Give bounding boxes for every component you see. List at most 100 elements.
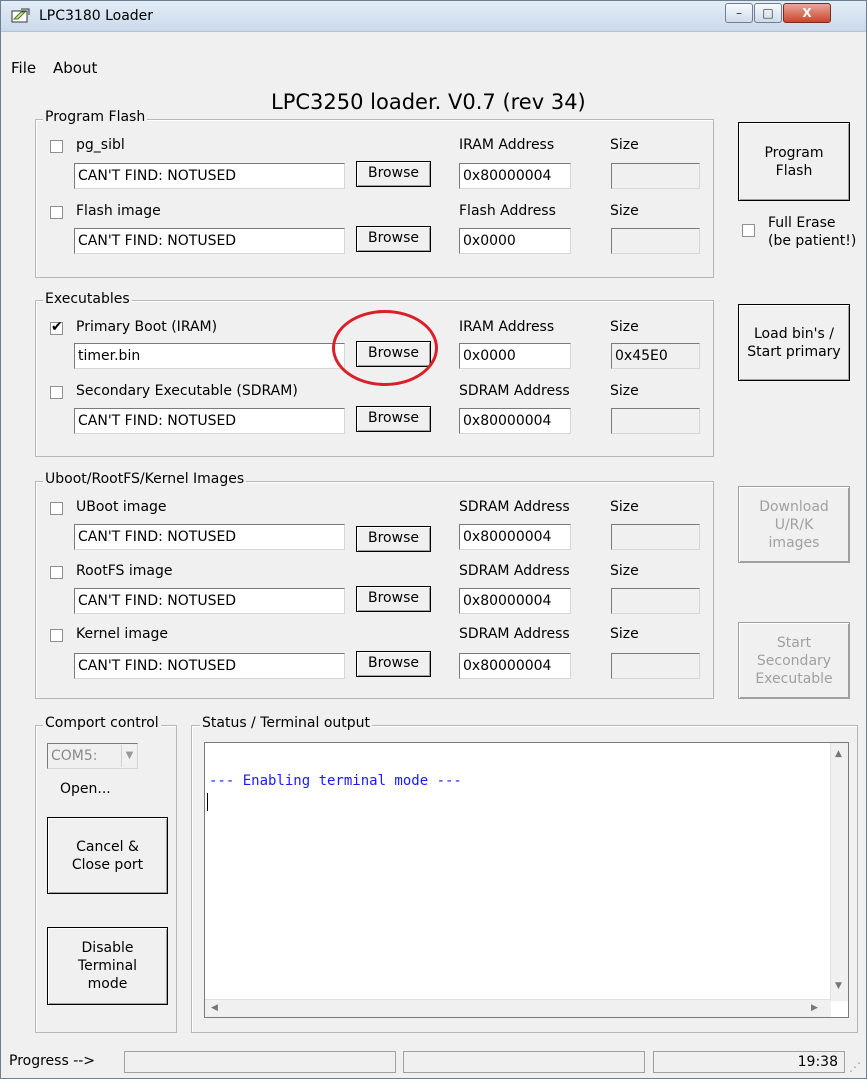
- terminal-group-label: Status / Terminal output: [200, 715, 373, 731]
- pg-sibl-path-field[interactable]: CAN'T FIND: NOTUSED: [74, 163, 345, 189]
- comport-label: Comport control: [43, 715, 161, 731]
- title-bar[interactable]: LPC3180 Loader – □ X: [1, 1, 866, 32]
- full-erase-checkbox[interactable]: [742, 224, 755, 237]
- download-urk-button[interactable]: Download U/R/K images: [738, 486, 850, 563]
- uboot-image-label: UBoot image: [76, 499, 167, 515]
- flash-image-path-field[interactable]: CAN'T FIND: NOTUSED: [74, 228, 345, 254]
- maximize-icon: □: [762, 6, 774, 20]
- program-flash-button-line2: Flash: [775, 162, 813, 179]
- com-state-text: Open...: [60, 781, 111, 797]
- kernel-address-field[interactable]: 0x80000004: [459, 653, 571, 679]
- status-panel: [403, 1051, 645, 1073]
- cancel-button-line2: Close port: [71, 856, 144, 873]
- kernel-image-label: Kernel image: [76, 626, 169, 642]
- maximize-button[interactable]: □: [754, 3, 782, 23]
- pg-sibl-browse-button[interactable]: Browse: [356, 161, 431, 187]
- start-secondary-line1: Start: [776, 634, 812, 651]
- uboot-path-field[interactable]: CAN'T FIND: NOTUSED: [74, 524, 345, 550]
- rootfs-path-field[interactable]: CAN'T FIND: NOTUSED: [74, 588, 345, 614]
- secondary-executable-browse-button[interactable]: Browse: [356, 406, 431, 432]
- window-title: LPC3180 Loader: [39, 8, 154, 24]
- flash-image-label: Flash image: [76, 203, 161, 219]
- primary-boot-path-field[interactable]: timer.bin: [74, 343, 345, 369]
- com-port-value: COM5:: [51, 748, 98, 764]
- kernel-size-field: [611, 653, 700, 679]
- kernel-image-checkbox[interactable]: [50, 629, 63, 642]
- sdram-address-label: SDRAM Address: [459, 626, 570, 642]
- vertical-scrollbar[interactable]: ▲ ▼: [830, 743, 848, 1001]
- start-secondary-line2: Secondary: [756, 652, 832, 669]
- menu-bar: File About: [1, 57, 866, 81]
- disable-button-line2: Terminal: [77, 958, 138, 974]
- scroll-right-icon[interactable]: ▶: [811, 1003, 818, 1013]
- app-icon: [11, 8, 30, 23]
- cancel-button-line1: Cancel &: [76, 838, 139, 855]
- close-button[interactable]: X: [783, 3, 831, 23]
- sdram-address-label: SDRAM Address: [459, 563, 570, 579]
- sdram-address-label: SDRAM Address: [459, 499, 570, 515]
- highlight-circle: [332, 310, 438, 386]
- scroll-up-icon[interactable]: ▲: [835, 749, 842, 759]
- uboot-image-checkbox[interactable]: [50, 502, 63, 515]
- kernel-path-field[interactable]: CAN'T FIND: NOTUSED: [74, 653, 345, 679]
- primary-boot-address-field[interactable]: 0x0000: [459, 343, 571, 369]
- size-label: Size: [610, 499, 639, 515]
- primary-boot-checkbox[interactable]: ✔: [50, 319, 63, 335]
- disable-terminal-button[interactable]: Disable Terminal mode: [47, 927, 168, 1005]
- menu-about[interactable]: About: [53, 59, 97, 77]
- resize-grip-icon[interactable]: ⋰: [849, 1060, 861, 1074]
- kernel-browse-button[interactable]: Browse: [356, 651, 431, 677]
- flash-address-field[interactable]: 0x0000: [459, 228, 571, 254]
- uboot-label: Uboot/RootFS/Kernel Images: [43, 471, 247, 487]
- flash-image-size-field: [611, 228, 700, 254]
- sdram-address-label: SDRAM Address: [459, 383, 570, 399]
- menu-file[interactable]: File: [11, 59, 36, 77]
- horizontal-scrollbar[interactable]: ◀ ▶: [205, 999, 831, 1017]
- chevron-down-icon[interactable]: ▼: [121, 745, 137, 767]
- flash-image-checkbox[interactable]: [50, 206, 63, 219]
- secondary-executable-checkbox[interactable]: [50, 386, 63, 399]
- start-secondary-button[interactable]: Start Secondary Executable: [738, 622, 850, 699]
- rootfs-image-checkbox[interactable]: [50, 566, 63, 579]
- rootfs-address-field[interactable]: 0x80000004: [459, 588, 571, 614]
- scroll-down-icon[interactable]: ▼: [835, 981, 842, 991]
- full-erase-label-line2: (be patient!): [768, 233, 857, 249]
- loader-window: LPC3180 Loader – □ X File About LPC3250 …: [0, 0, 867, 1079]
- scroll-left-icon[interactable]: ◀: [211, 1003, 218, 1013]
- load-bins-button[interactable]: Load bin's / Start primary: [738, 304, 850, 381]
- load-bins-button-line2: Start primary: [747, 343, 841, 360]
- iram-address-label: IRAM Address: [459, 319, 555, 335]
- terminal-text: --- Enabling terminal mode ---: [209, 773, 462, 789]
- download-button-line3: images: [768, 534, 820, 551]
- uboot-browse-button[interactable]: Browse: [356, 526, 431, 552]
- progress-label: Progress -->: [9, 1053, 96, 1069]
- download-button-line2: U/R/K: [774, 516, 814, 533]
- iram-address-label: IRAM Address: [459, 137, 555, 153]
- checkmark-icon: ✔: [51, 319, 63, 335]
- full-erase-label-line1: Full Erase: [768, 215, 836, 231]
- secondary-executable-size-field: [611, 408, 700, 434]
- pg-sibl-checkbox[interactable]: [50, 140, 63, 153]
- disable-button-line1: Disable: [81, 940, 134, 956]
- minimize-button[interactable]: –: [725, 3, 753, 23]
- size-label: Size: [610, 319, 639, 335]
- clock-panel: 19:38: [653, 1051, 845, 1073]
- pg-sibl-size-field: [611, 163, 700, 189]
- close-icon: X: [802, 6, 812, 20]
- size-label: Size: [610, 563, 639, 579]
- pg-sibl-label: pg_sibl: [76, 137, 125, 153]
- flash-image-browse-button[interactable]: Browse: [356, 226, 431, 252]
- program-flash-button[interactable]: Program Flash: [738, 122, 850, 201]
- primary-boot-size-field: 0x45E0: [611, 343, 700, 369]
- terminal-output[interactable]: --- Enabling terminal mode --- ▲ ▼ ◀ ▶: [204, 742, 849, 1018]
- primary-boot-label: Primary Boot (IRAM): [76, 319, 218, 335]
- pg-sibl-address-field[interactable]: 0x80000004: [459, 163, 571, 189]
- disable-button-line3: mode: [87, 976, 128, 992]
- secondary-executable-address-field[interactable]: 0x80000004: [459, 408, 571, 434]
- uboot-address-field[interactable]: 0x80000004: [459, 524, 571, 550]
- cancel-close-port-button[interactable]: Cancel & Close port: [47, 817, 168, 894]
- secondary-executable-path-field[interactable]: CAN'T FIND: NOTUSED: [74, 408, 345, 434]
- program-flash-label: Program Flash: [43, 109, 148, 125]
- rootfs-browse-button[interactable]: Browse: [356, 586, 431, 612]
- rootfs-size-field: [611, 588, 700, 614]
